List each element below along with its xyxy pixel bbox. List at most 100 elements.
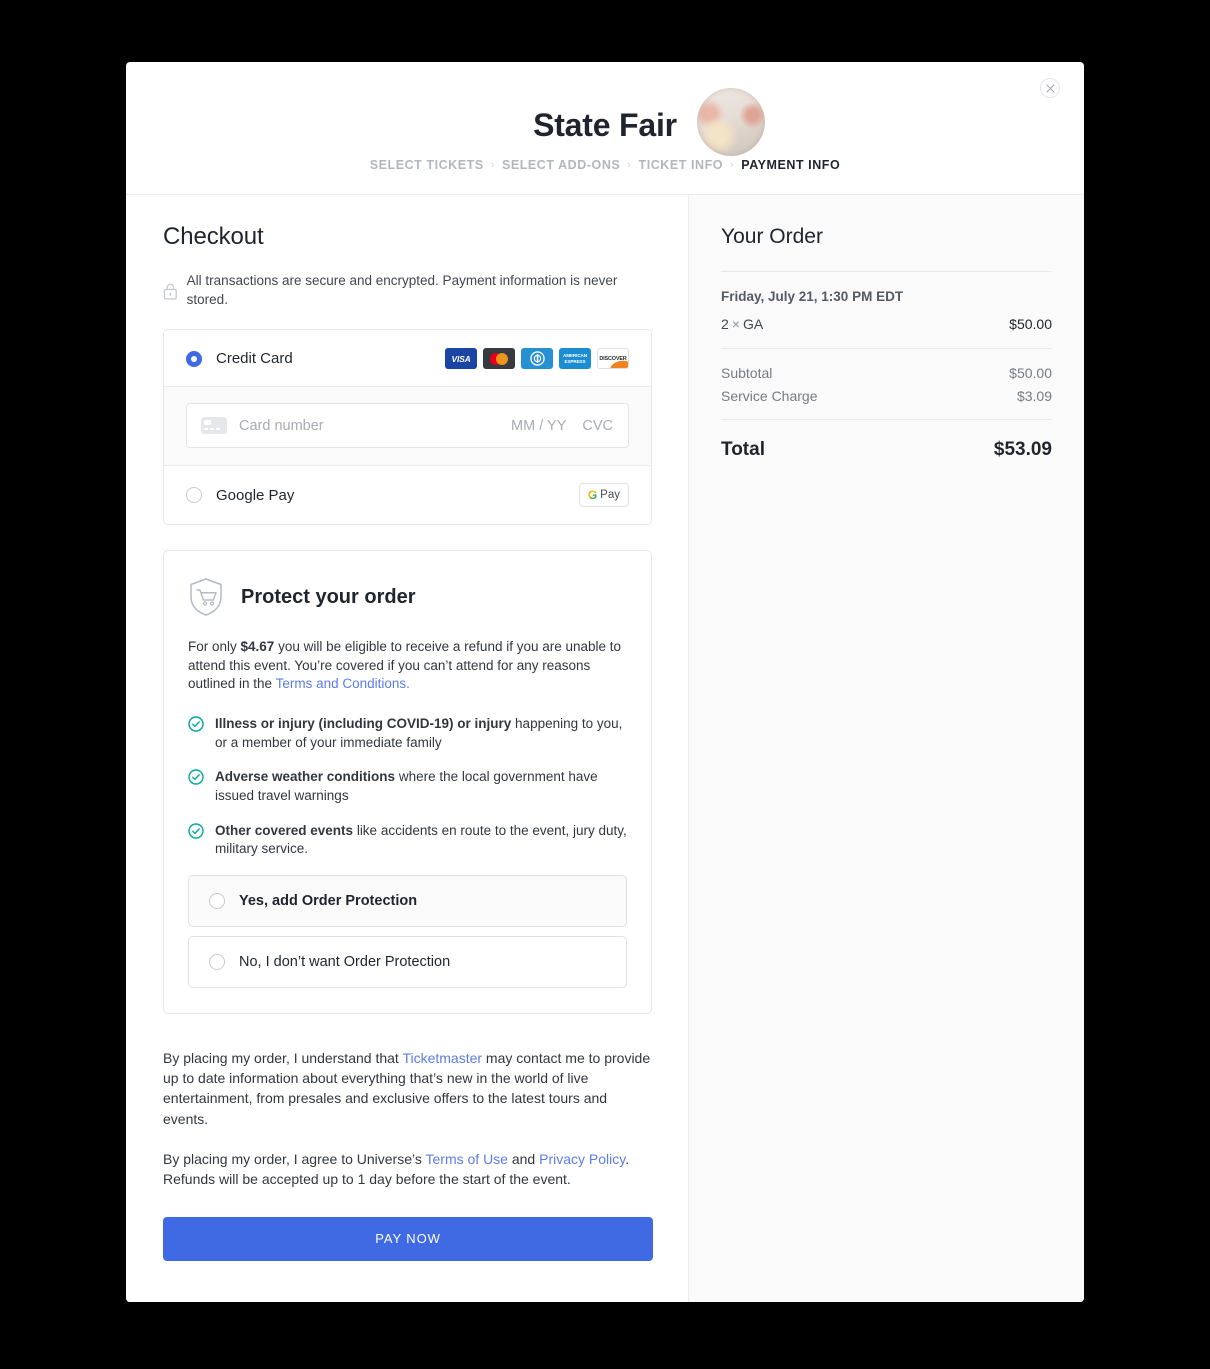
breadcrumb-separator: › <box>490 159 495 172</box>
protect-desc-pre: For only <box>188 639 241 655</box>
subtotal-label: Subtotal <box>721 365 773 382</box>
card-number-input[interactable]: Card number MM / YY CVC <box>186 403 629 449</box>
order-protection-yes-radio[interactable] <box>209 892 225 909</box>
breadcrumb-step-select-tickets[interactable]: SELECT TICKETS <box>370 158 484 172</box>
card-brand-list: VISA AMERICAN EXPRESS DISCOVER <box>445 348 629 370</box>
total-amount: $53.09 <box>993 439 1052 461</box>
order-line-item: 2 × GA $50.00 <box>721 316 1052 332</box>
shield-cart-icon <box>190 578 222 616</box>
order-protection-header: Protect your order <box>188 577 627 617</box>
breadcrumb: SELECT TICKETS › SELECT ADD-ONS › TICKET… <box>126 158 1084 172</box>
payment-option-google-pay[interactable]: Google Pay G Pay <box>164 465 651 525</box>
google-pay-radio[interactable] <box>186 487 202 504</box>
amex-icon: AMERICAN EXPRESS <box>559 348 591 370</box>
mastercard-circles <box>490 352 508 365</box>
service-charge-amount: $3.09 <box>1016 388 1052 405</box>
diners-glyph <box>529 351 545 366</box>
benefit-item: Adverse weather conditions where the loc… <box>188 768 627 805</box>
order-protection-option-no[interactable]: No, I don’t want Order Protection <box>188 935 627 988</box>
order-protection-card: Protect your order For only $4.67 you wi… <box>163 550 652 1014</box>
order-item-name: GA <box>742 316 764 333</box>
legal-para2-and: and <box>507 1150 540 1167</box>
event-avatar <box>697 88 765 156</box>
order-protection-option-yes[interactable]: Yes, add Order Protection <box>188 874 627 927</box>
card-expiry-placeholder[interactable]: MM / YY <box>511 418 566 434</box>
benefit-bold: Adverse weather conditions <box>215 769 396 785</box>
benefit-text: Other covered events like accidents en r… <box>215 822 627 859</box>
order-summary-title: Your Order <box>721 225 823 249</box>
terms-and-conditions-link[interactable]: Terms and Conditions. <box>276 676 410 691</box>
breadcrumb-separator: › <box>627 159 632 172</box>
order-protection-yes-label: Yes, add Order Protection <box>239 892 418 909</box>
order-protection-no-radio[interactable] <box>209 953 225 970</box>
order-item-amount: $50.00 <box>1009 316 1052 333</box>
legal-para1-pre: By placing my order, I understand that <box>163 1049 403 1066</box>
order-protection-description: For only $4.67 you will be eligible to r… <box>188 638 627 694</box>
checkout-modal: State Fair SELECT TICKETS › SELECT ADD-O… <box>126 62 1084 1302</box>
fee-row-subtotal: Subtotal $50.00 <box>721 365 1052 381</box>
benefit-bold: Other covered events <box>215 822 354 838</box>
terms-of-use-link[interactable]: Terms of Use <box>426 1151 508 1167</box>
breadcrumb-step-select-add-ons[interactable]: SELECT ADD-ONS <box>502 158 620 172</box>
credit-card-radio[interactable] <box>186 350 202 367</box>
google-pay-label: Google Pay <box>216 486 295 504</box>
service-charge-label: Service Charge <box>721 388 818 405</box>
order-protection-title: Protect your order <box>241 585 416 608</box>
credit-card-label: Credit Card <box>216 350 293 368</box>
google-g-glyph: G <box>587 488 598 503</box>
legal-paragraph-terms: By placing my order, I agree to Universe… <box>163 1149 652 1190</box>
security-notice: All transactions are secure and encrypte… <box>163 272 652 310</box>
modal-header: State Fair SELECT TICKETS › SELECT ADD-O… <box>126 62 1084 196</box>
page-root: State Fair SELECT TICKETS › SELECT ADD-O… <box>0 0 1210 1369</box>
amex-label: AMERICAN EXPRESS <box>563 353 587 364</box>
order-item-qty: 2 <box>721 316 729 333</box>
benefit-item: Other covered events like accidents en r… <box>188 822 627 859</box>
card-extra-fields: MM / YY CVC <box>511 418 613 434</box>
google-pay-icon: G Pay <box>578 483 629 508</box>
benefit-text: Adverse weather conditions where the loc… <box>215 768 627 805</box>
mastercard-icon <box>483 348 515 370</box>
benefit-item: Illness or injury (including COVID-19) o… <box>188 715 627 752</box>
check-circle-icon <box>188 822 204 839</box>
order-fees-block: Subtotal $50.00 Service Charge $3.09 <box>721 349 1052 419</box>
card-number-placeholder: Card number <box>239 417 324 434</box>
order-items-block: Friday, July 21, 1:30 PM EDT 2 × GA $50.00 <box>721 272 1052 348</box>
ticketmaster-link[interactable]: Ticketmaster <box>402 1050 482 1066</box>
order-protection-no-label: No, I don’t want Order Protection <box>239 953 451 970</box>
checkout-column: Checkout All transactions are secure and… <box>126 195 688 1302</box>
order-event-date: Friday, July 21, 1:30 PM EDT <box>721 289 904 305</box>
benefit-text: Illness or injury (including COVID-19) o… <box>215 715 627 752</box>
card-cvc-placeholder[interactable]: CVC <box>582 418 613 434</box>
credit-card-icon <box>201 417 227 435</box>
breadcrumb-step-ticket-info[interactable]: TICKET INFO <box>639 158 724 172</box>
close-icon[interactable] <box>1040 78 1060 98</box>
legal-paragraph-marketing: By placing my order, I understand that T… <box>163 1048 652 1129</box>
order-item-qty-name: 2 × GA <box>721 316 763 332</box>
diners-club-icon <box>521 348 553 370</box>
pay-now-button[interactable]: PAY NOW <box>163 1216 653 1261</box>
protect-price: $4.67 <box>240 639 275 655</box>
legal-para2-pre: By placing my order, I agree to Universe… <box>163 1150 426 1167</box>
card-details-area: Card number MM / YY CVC <box>164 386 651 466</box>
order-summary-panel: Your Order Friday, July 21, 1:30 PM EDT … <box>688 195 1084 1302</box>
discover-icon: DISCOVER <box>597 348 629 370</box>
visa-icon: VISA <box>445 348 477 370</box>
payment-option-credit-card[interactable]: Credit Card VISA AMERICAN EXPRESS DISCOV… <box>164 330 651 387</box>
total-label: Total <box>721 439 765 461</box>
subtotal-amount: $50.00 <box>1009 365 1052 382</box>
lock-icon <box>163 283 177 300</box>
check-circle-icon <box>188 716 204 732</box>
order-total-block: Total $53.09 <box>721 420 1052 461</box>
multiply-icon: × <box>731 316 740 333</box>
close-x-glyph <box>1045 83 1055 93</box>
total-row: Total $53.09 <box>721 439 1052 461</box>
check-circle-icon <box>188 769 204 785</box>
benefit-bold: Illness or injury (including COVID-19) o… <box>215 716 512 732</box>
fee-row-service-charge: Service Charge $3.09 <box>721 388 1052 404</box>
visa-label: VISA <box>451 353 471 364</box>
checkout-heading: Checkout <box>163 223 264 251</box>
modal-body: Checkout All transactions are secure and… <box>126 195 1084 1302</box>
breadcrumb-step-payment-info[interactable]: PAYMENT INFO <box>741 158 840 172</box>
security-notice-text: All transactions are secure and encrypte… <box>186 273 618 308</box>
privacy-policy-link[interactable]: Privacy Policy <box>539 1151 625 1167</box>
